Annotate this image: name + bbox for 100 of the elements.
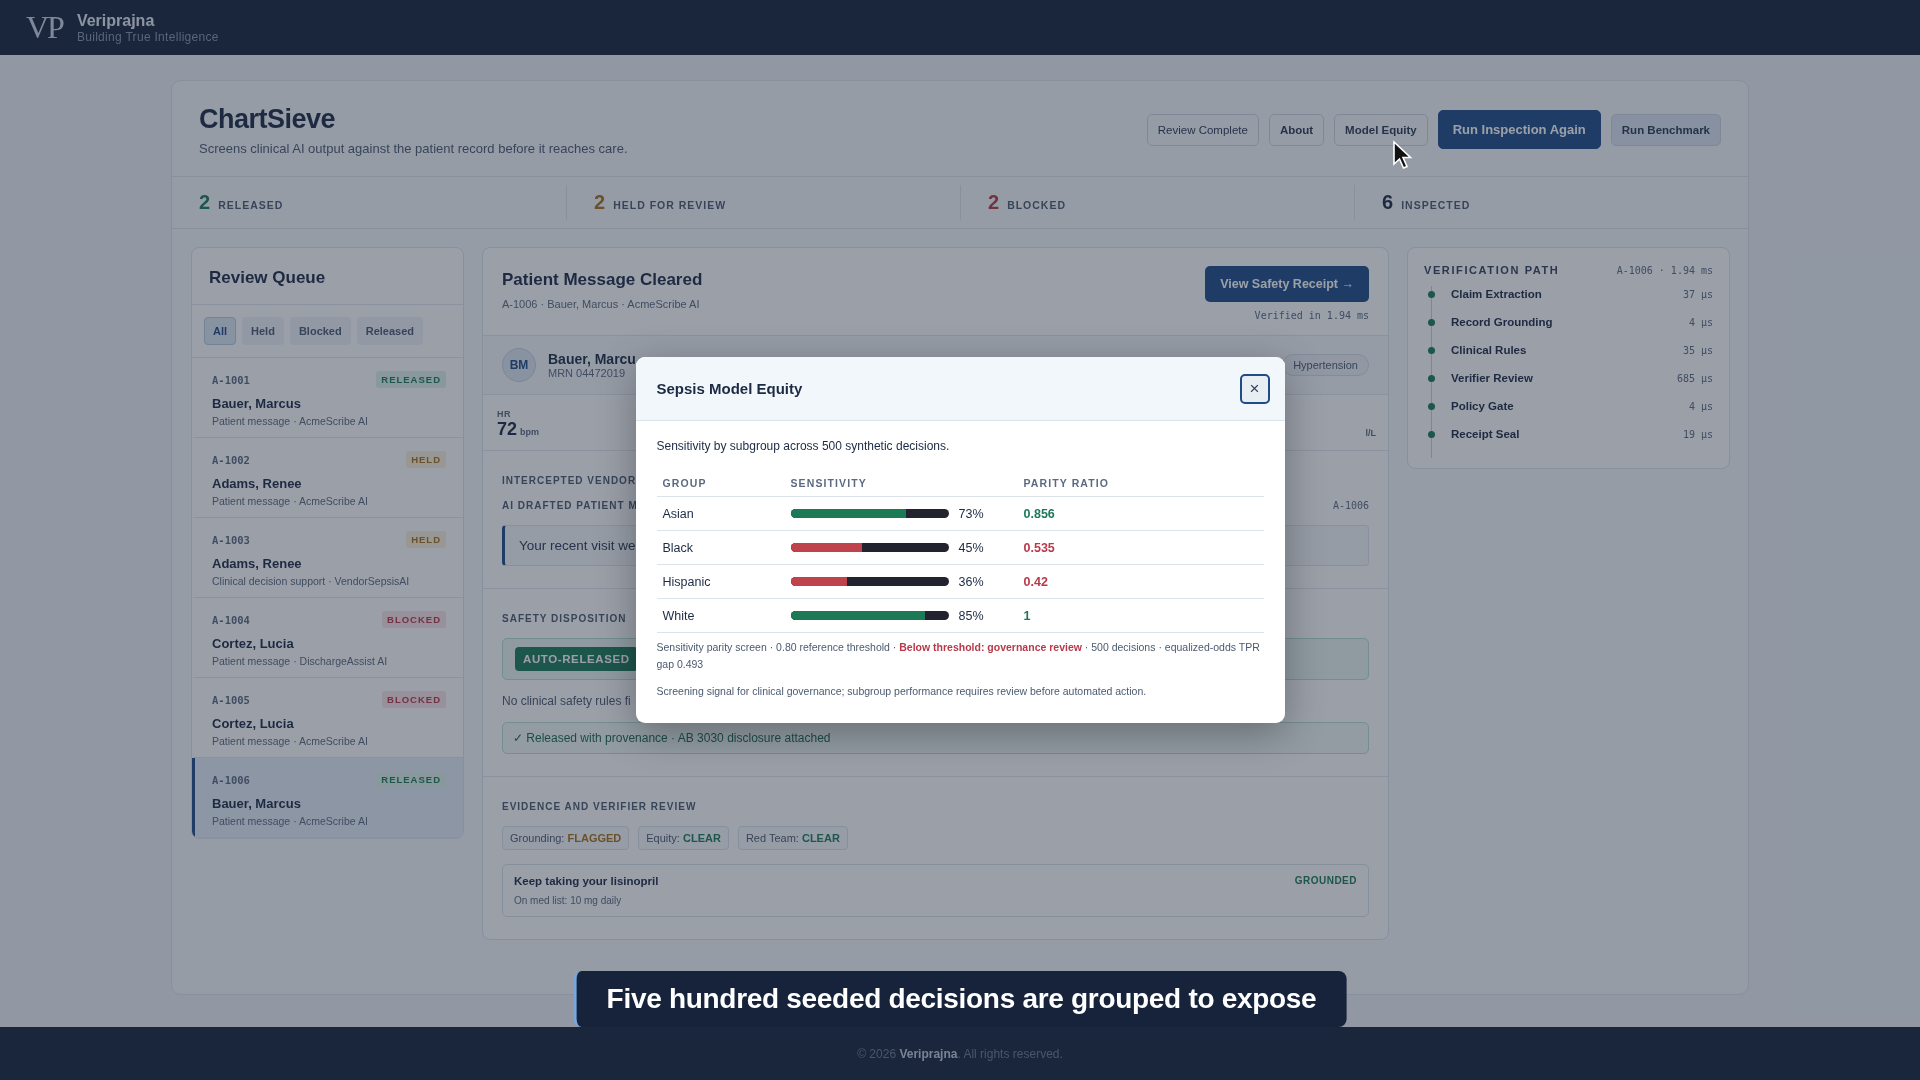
review-chip: Red Team: CLEAR — [737, 826, 848, 850]
toolbar-button[interactable]: Run Inspection Again — [1437, 110, 1601, 149]
verified-time: Verified in 1.94 ms — [1254, 310, 1369, 321]
brand-name: Veriprajna — [76, 11, 156, 30]
status-badge: RELEASED — [376, 771, 446, 788]
parity-ratio: 0.535 — [1023, 540, 1056, 555]
stat-value: 2 — [594, 191, 606, 214]
parity-ratio: 0.856 — [1023, 506, 1056, 521]
case-meta: Clinical decision support · VendorSepsisAI — [212, 575, 411, 587]
case-id: A-1002 — [212, 453, 250, 466]
case-meta: Patient message · AcmeScribe AI — [212, 415, 369, 427]
filter-tab[interactable]: Blocked — [289, 317, 351, 345]
vital-value: 72 — [497, 419, 518, 439]
app-title: ChartSieve — [199, 103, 337, 135]
detail-subtitle: A-1006 · Bauer, Marcus · AcmeScribe AI — [502, 298, 700, 310]
stat-label: BLOCKED — [1007, 197, 1067, 211]
sensitivity-value: 85% — [958, 608, 985, 623]
step-name: Receipt Seal — [1451, 428, 1520, 440]
review-chip: Grounding: FLAGGED — [502, 826, 630, 850]
case-meta: Patient message · AcmeScribe AI — [212, 735, 369, 747]
toolbar-button[interactable]: Run Benchmark — [1610, 113, 1721, 146]
stat-value: 6 — [1382, 191, 1394, 214]
caption: Five hundred seeded decisions are grouped to expose — [573, 971, 1347, 1027]
cursor-icon — [1392, 140, 1414, 170]
sensitivity-value: 73% — [958, 506, 985, 521]
step-dot — [1428, 318, 1435, 326]
patient-name: Bauer, Marcus — [212, 796, 302, 811]
case-id: A-1001 — [212, 373, 250, 386]
toolbar-button[interactable]: Model Equity — [1334, 113, 1428, 146]
step-dot — [1428, 374, 1435, 382]
disposition-note: No clinical safety rules fi — [502, 694, 632, 708]
step-name: Policy Gate — [1451, 400, 1514, 412]
condition-tag: Hypertension — [1282, 354, 1369, 376]
case-id: A-1005 — [212, 693, 250, 706]
case-id: A-1006 — [1332, 500, 1369, 511]
safety-receipt-button[interactable]: View Safety Receipt → — [1205, 266, 1369, 302]
logo: VP — [26, 9, 65, 46]
app-subtitle: Screens clinical AI output against the patient record before it reaches care. — [199, 140, 628, 156]
parity-ratio: 1 — [1023, 608, 1032, 623]
brand-tagline: Building True Intelligence — [76, 29, 219, 44]
vital-unit: l/L — [1365, 428, 1376, 438]
filter-tab[interactable]: All — [204, 317, 237, 345]
patient-name: Bauer, Marcu — [548, 351, 636, 367]
verification-meta: A-1006 · 1.94 ms — [1616, 264, 1713, 276]
column-header: GROUP — [662, 476, 708, 489]
case-id: A-1003 — [212, 533, 250, 546]
claim-text: Keep taking your lisinopril — [514, 875, 659, 887]
governance-note: Screening signal for clinical governance; subgroup performance requires review before automated action. — [656, 684, 1148, 697]
step-name: Verifier Review — [1451, 372, 1533, 384]
status-badge: BLOCKED — [382, 691, 446, 708]
step-name: Clinical Rules — [1451, 344, 1527, 356]
stat-label: HELD FOR REVIEW — [613, 197, 727, 211]
toolbar-button[interactable]: Review Complete — [1146, 113, 1259, 146]
group-name: Hispanic — [662, 574, 712, 589]
detail-title: Patient Message Cleared — [502, 270, 703, 290]
stat-label: INSPECTED — [1401, 197, 1471, 211]
step-dot — [1428, 290, 1435, 298]
toolbar-button[interactable]: About — [1268, 113, 1325, 146]
case-id: A-1006 — [212, 773, 250, 786]
dialog-intro: Sensitivity by subgroup across 500 synthetic decisions. — [656, 439, 951, 454]
status-badge: HELD — [406, 531, 446, 548]
disposition-badge: AUTO-RELEASED — [515, 647, 638, 671]
step-name: Record Grounding — [1451, 316, 1553, 328]
patient-name: Adams, Renee — [212, 556, 303, 571]
step-dot — [1428, 430, 1435, 438]
queue-item[interactable]: A-1006 RELEASED Bauer, Marcus Patient message · AcmeScribe AI — [192, 758, 463, 838]
patient-name: Cortez, Lucia — [212, 716, 295, 731]
claim-status: GROUNDED — [1294, 875, 1357, 886]
parity-ratio: 0.42 — [1023, 574, 1049, 589]
patient-name: Adams, Renee — [212, 476, 303, 491]
filter-tab[interactable]: Released — [356, 317, 423, 345]
section-label: EVIDENCE AND VERIFIER REVIEW — [502, 801, 697, 812]
patient-name: Cortez, Lucia — [212, 636, 295, 651]
section-label: SAFETY DISPOSITION — [502, 613, 627, 624]
step-time: 4 µs — [1688, 400, 1713, 412]
group-name: Black — [662, 540, 695, 555]
queue-title: Review Queue — [209, 268, 327, 288]
step-time: 685 µs — [1676, 372, 1713, 384]
group-name: White — [662, 608, 696, 623]
sensitivity-value: 36% — [958, 574, 985, 589]
close-button[interactable]: × — [1239, 373, 1270, 404]
status-badge: RELEASED — [376, 371, 446, 388]
avatar: BM — [502, 348, 536, 382]
step-name: Claim Extraction — [1451, 288, 1542, 300]
case-id: A-1004 — [212, 613, 250, 626]
filter-tab[interactable]: Held — [242, 317, 284, 345]
parity-note: Sensitivity parity screen · 0.80 reference threshold · Below threshold: governance review · 500 decisions · equalized-odds TPR gap 0.493 — [656, 640, 1261, 672]
step-time: 35 µs — [1682, 344, 1713, 356]
panel-title: VERIFICATION PATH — [1424, 264, 1560, 276]
column-header: SENSITIVITY — [790, 476, 868, 489]
step-time: 19 µs — [1682, 428, 1713, 440]
step-time: 4 µs — [1688, 316, 1713, 328]
vital-unit: bpm — [520, 427, 540, 437]
dialog-title: Sepsis Model Equity — [656, 380, 803, 398]
provenance-note: ✓ Released with provenance · AB 3030 disclosure attached — [502, 722, 1369, 754]
status-badge: HELD — [406, 451, 446, 468]
stat-value: 2 — [988, 191, 1000, 214]
stat-label: RELEASED — [218, 197, 284, 211]
section-label: AI DRAFTED PATIENT M — [502, 500, 638, 511]
vital-label: HR — [497, 409, 512, 419]
